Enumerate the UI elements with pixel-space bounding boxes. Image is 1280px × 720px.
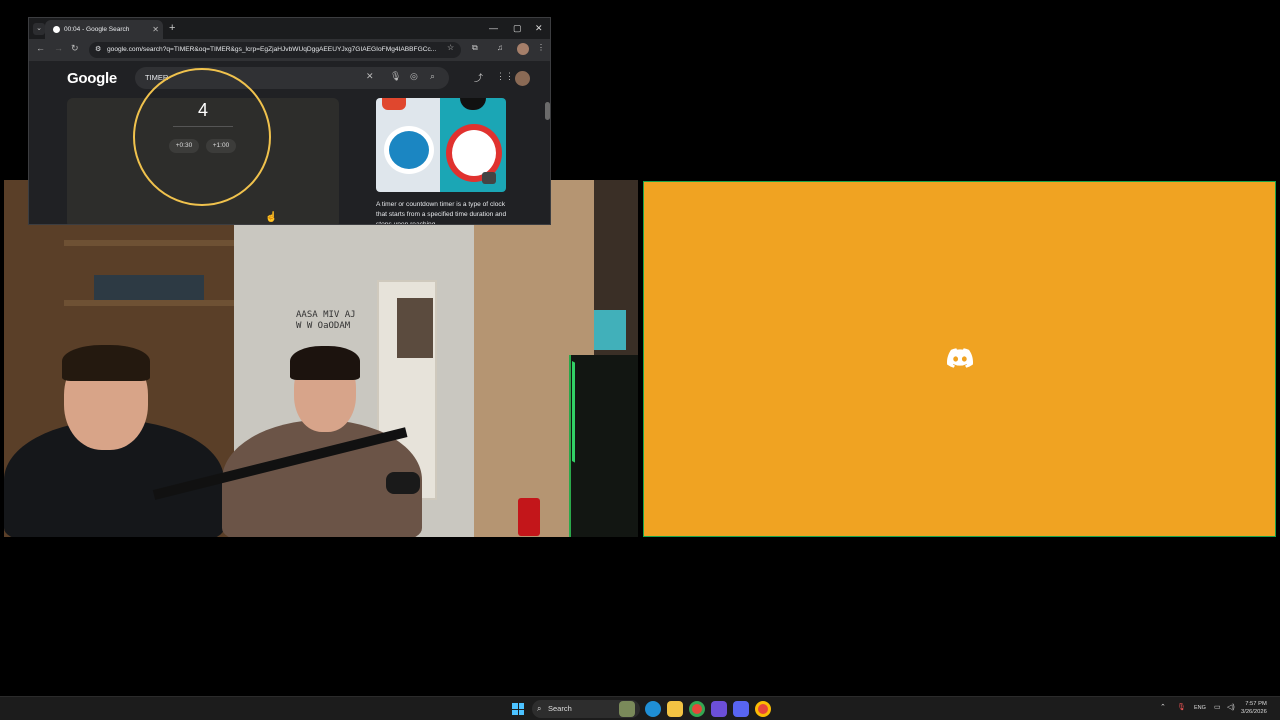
voice-search-icon[interactable]: 🎙 (390, 71, 401, 82)
search-icon: ⌕ (537, 704, 542, 713)
tab-close-icon[interactable]: ✕ (152, 25, 159, 34)
new-tab-button[interactable]: + (169, 22, 175, 34)
add-1min-button[interactable]: +1:00 (206, 139, 236, 153)
back-icon[interactable]: ← (36, 43, 45, 53)
apps-grid-icon[interactable]: ⋮⋮ (496, 71, 514, 82)
forward-icon[interactable]: → (54, 43, 63, 53)
wall-writing: AASA MIV AJ W W OaODAM (296, 310, 356, 331)
timer-divider (173, 126, 233, 127)
network-icon[interactable]: ▭ (1214, 703, 1221, 711)
file-explorer-icon[interactable] (667, 701, 683, 717)
chrome-window[interactable]: ⌄ 00:04 - Google Search ✕ + — ▢ ✕ ← → ↻ … (28, 17, 551, 225)
timer-image-1[interactable] (376, 98, 440, 192)
tab-search-button[interactable]: ⌄ (33, 23, 45, 35)
tab-title: 00:04 - Google Search (64, 26, 130, 33)
mouse-cursor-icon: ☝ (265, 212, 278, 223)
google-logo[interactable]: Google (67, 70, 117, 87)
app-purple-icon[interactable] (711, 701, 727, 717)
dark-disk (460, 98, 486, 110)
url-text: google.com/search?q=TIMER&oq=TIMER&gs_lc… (107, 46, 437, 53)
clear-search-icon[interactable]: ✕ (366, 71, 374, 82)
site-info-icon[interactable]: ⚙ (95, 42, 101, 58)
timer-buttons (382, 98, 406, 110)
taskbar: ⌕ Search ⌃ 🎙 ENG ▭ ◁) 7:57 PM 3/26/2026 (0, 696, 1280, 720)
google-account-avatar[interactable] (515, 71, 530, 86)
clock-date: 3/26/2026 (1241, 709, 1267, 715)
timer-image-2[interactable] (440, 98, 506, 192)
person-right-hair (290, 346, 360, 380)
windows-start-icon[interactable] (512, 703, 524, 715)
address-bar[interactable]: ⚙ google.com/search?q=TIMER&oq=TIMER&gs_… (89, 42, 461, 58)
knowledge-description: A timer or countdown timer is a type of … (376, 201, 507, 225)
timer-value: 4 (197, 100, 208, 120)
door-window (397, 298, 433, 358)
tab-bar: ⌄ 00:04 - Google Search ✕ + — ▢ ✕ (29, 18, 550, 39)
chrome-canary-icon[interactable] (755, 701, 771, 717)
browser-toolbar: ← → ↻ ⚙ google.com/search?q=TIMER&oq=TIM… (29, 39, 550, 61)
taskbar-search-label: Search (548, 704, 572, 713)
mic-icon[interactable]: 🎙 (1177, 703, 1186, 711)
page-content: Google TIMER ✕ 🎙 ◎ ⌕ ⤴ ⋮⋮ 4 +0:30 +1:00 … (29, 61, 550, 225)
discord-icon (947, 348, 973, 368)
google-favicon-icon (53, 26, 60, 33)
clock-blue-graphic (384, 126, 434, 174)
bookmark-star-icon[interactable]: ☆ (447, 43, 454, 52)
widget-app-icon[interactable] (619, 701, 635, 717)
minimize-icon[interactable]: — (489, 23, 498, 33)
volume-icon[interactable]: ◁) (1227, 703, 1235, 711)
chrome-icon[interactable] (689, 701, 705, 717)
clock[interactable]: 7:57 PM 3/26/2026 (1241, 700, 1267, 716)
tab-google-search[interactable]: 00:04 - Google Search ✕ (45, 20, 163, 39)
shelf-items (94, 275, 204, 300)
shelf (64, 300, 234, 306)
media-icon[interactable]: ♫ (497, 43, 503, 52)
clock-time: 7:57 PM (1245, 701, 1267, 707)
maximize-icon[interactable]: ▢ (513, 23, 522, 34)
scrollbar[interactable] (545, 102, 550, 120)
reload-icon[interactable]: ↻ (71, 43, 79, 54)
discord-taskbar-icon[interactable] (733, 701, 749, 717)
microphone (386, 472, 420, 494)
tray-chevron-icon[interactable]: ⌃ (1160, 703, 1166, 711)
timer-ring (133, 68, 271, 206)
lens-icon[interactable]: ◎ (410, 71, 418, 82)
edge-icon[interactable] (645, 701, 661, 717)
add-30s-button[interactable]: +0:30 (169, 139, 199, 153)
profile-avatar[interactable] (517, 43, 529, 55)
chrome-menu-icon[interactable]: ⋮ (537, 43, 545, 52)
share-icon[interactable]: ⤴ (474, 71, 483, 84)
soda-can (518, 498, 540, 536)
light-box (594, 310, 626, 350)
webcam-video-tile[interactable]: AASA MIV AJ W W OaODAM (4, 180, 638, 537)
person-left-hair (62, 345, 150, 381)
extensions-icon[interactable]: ⧉ (472, 43, 478, 53)
language-indicator[interactable]: ENG (1194, 705, 1206, 711)
image-expand-icon[interactable] (482, 172, 496, 184)
search-icon[interactable]: ⌕ (430, 71, 435, 82)
close-window-icon[interactable]: ✕ (535, 23, 543, 34)
shelf (64, 240, 234, 246)
discord-participant-tile[interactable] (643, 181, 1276, 537)
timer-card: 4 +0:30 +1:00 ▶ (67, 68, 339, 224)
